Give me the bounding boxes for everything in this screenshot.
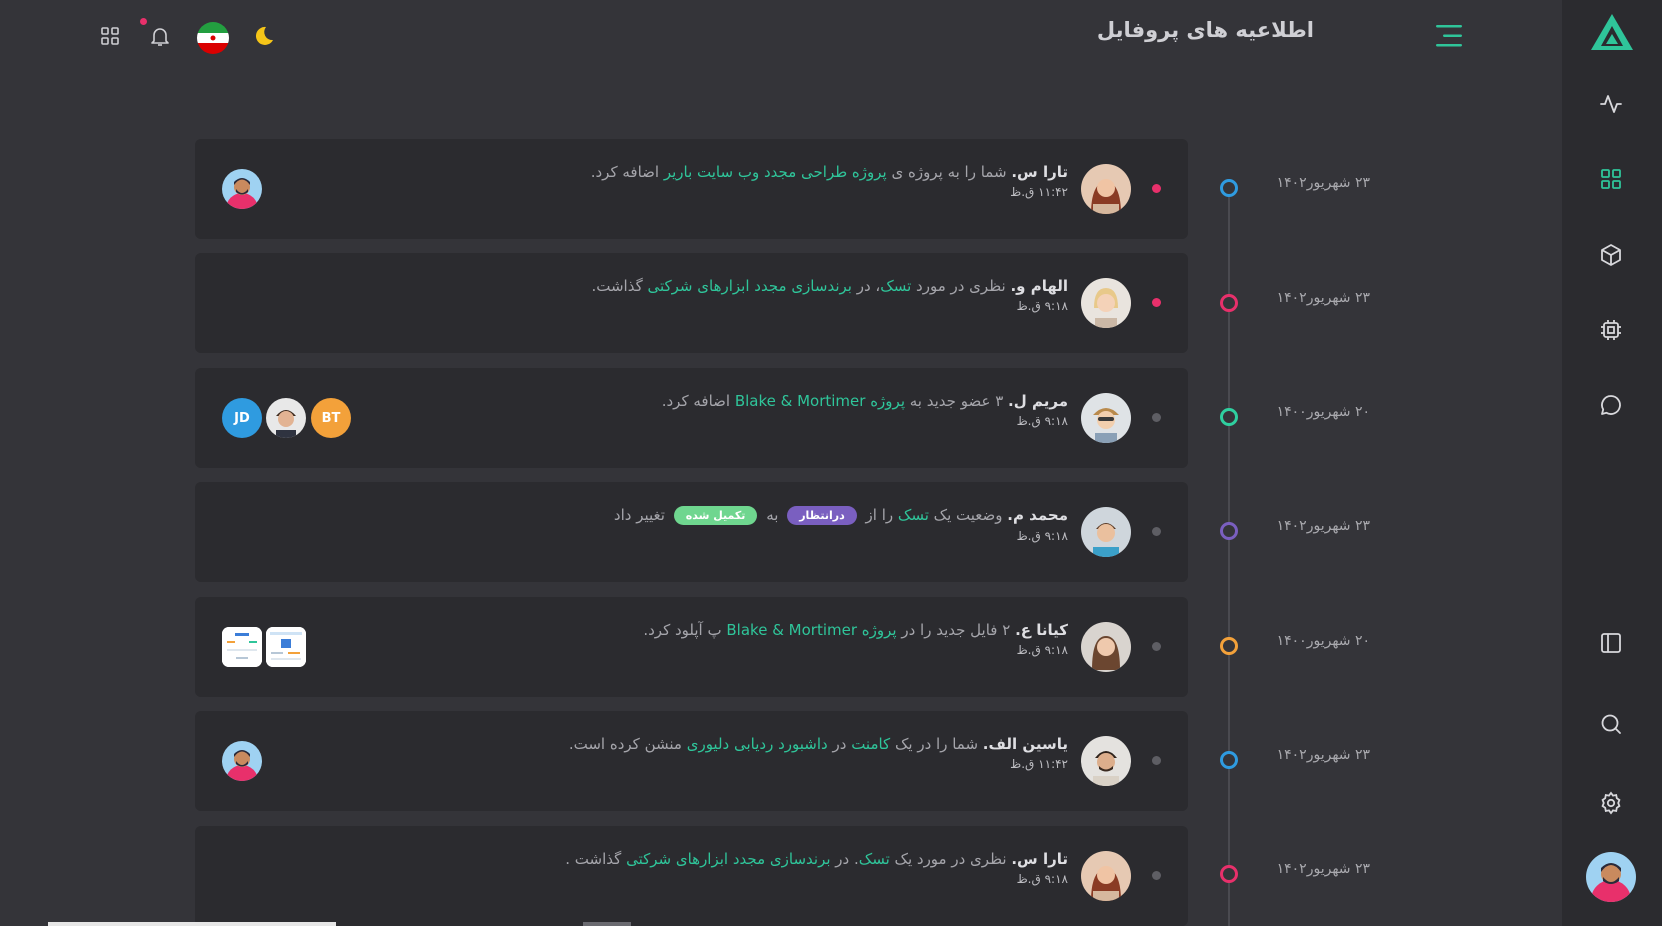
- activity-card[interactable]: یاسین الف. شما را در یک کامنت در داشبورد…: [195, 711, 1188, 811]
- timeline-date: ۲۰ شهریور۱۴۰۰: [1276, 633, 1370, 649]
- task-link[interactable]: تسک: [859, 850, 890, 868]
- project-link[interactable]: برندسازی مجدد ابزارهای شرکتی: [626, 850, 830, 868]
- activity-card[interactable]: تارا س. شما را به پروژه ی پروژه طراحی مج…: [195, 139, 1188, 239]
- read-dot: [1152, 642, 1161, 651]
- page-title: اطلاعیه های پروفایل: [1096, 18, 1314, 42]
- project-link[interactable]: داشبورد ردیابی دلیوری: [687, 735, 828, 753]
- grid-icon[interactable]: [1596, 164, 1626, 194]
- chip-icon[interactable]: [1596, 315, 1626, 345]
- activity-time: ۹:۱۸ ق.ظ: [1016, 643, 1068, 657]
- file-thumbnail[interactable]: [266, 627, 306, 667]
- project-link[interactable]: پروژه Blake & Mortimer: [726, 621, 896, 639]
- timeline-marker: [1220, 408, 1238, 426]
- activity-user: مریم ل.: [1008, 392, 1068, 410]
- project-link[interactable]: پروژه Blake & Mortimer: [735, 392, 905, 410]
- notification-dot: [140, 18, 147, 25]
- comment-link[interactable]: کامنت: [851, 735, 890, 753]
- activity-time: ۹:۱۸ ق.ظ: [1016, 414, 1068, 428]
- menu-icon[interactable]: [1434, 23, 1464, 49]
- moon-icon[interactable]: [248, 20, 280, 52]
- activity-text: تارا س. نظری در مورد یک تسک. در برندسازی…: [565, 850, 1068, 886]
- user-avatar: [1081, 507, 1131, 557]
- timeline-marker: [1220, 751, 1238, 769]
- user-avatar: [1081, 736, 1131, 786]
- timeline-marker: [1220, 179, 1238, 197]
- activity-text: مریم ل. ۳ عضو جدید به پروژه Blake & Mort…: [661, 392, 1068, 428]
- activity-card[interactable]: کیانا ع. ۲ فایل جدید را در پروژه Blake &…: [195, 597, 1188, 697]
- bell-icon[interactable]: [144, 20, 176, 52]
- box-icon[interactable]: [1596, 240, 1626, 270]
- unread-dot: [1152, 184, 1161, 193]
- user-avatar[interactable]: [1586, 852, 1636, 902]
- project-link[interactable]: برندسازی مجدد ابزارهای شرکتی: [647, 277, 851, 295]
- status-badge-pending: درانتظار: [787, 506, 857, 525]
- mentioned-user-avatar[interactable]: [222, 741, 262, 781]
- timeline-date: ۲۳ شهریور۱۴۰۲: [1276, 747, 1370, 763]
- mentioned-user-avatar[interactable]: [222, 169, 262, 209]
- apps-grid-icon[interactable]: [94, 20, 126, 52]
- user-avatar: [1081, 851, 1131, 901]
- activity-time: ۱۱:۴۲ ق.ظ: [1010, 757, 1068, 771]
- user-avatar: [1081, 622, 1131, 672]
- timeline-date: ۲۳ شهریور۱۴۰۲: [1276, 290, 1370, 306]
- activity-time: ۱۱:۴۲ ق.ظ: [1010, 185, 1068, 199]
- activity-text: الهام و. نظری در مورد تسک، در برندسازی م…: [591, 277, 1068, 313]
- timeline-date: ۲۳ شهریور۱۴۰۲: [1276, 175, 1370, 191]
- scroll-indicator: [583, 922, 631, 926]
- task-link[interactable]: تسک: [898, 506, 929, 524]
- activity-user: محمد م.: [1007, 506, 1068, 524]
- read-dot: [1152, 871, 1161, 880]
- activity-time: ۹:۱۸ ق.ظ: [1016, 872, 1068, 886]
- activity-card[interactable]: مریم ل. ۳ عضو جدید به پروژه Blake & Mort…: [195, 368, 1188, 468]
- search-icon[interactable]: [1596, 709, 1626, 739]
- timeline-marker: [1220, 294, 1238, 312]
- logo-icon[interactable]: [1589, 12, 1635, 52]
- panel-icon[interactable]: [1596, 628, 1626, 658]
- task-link[interactable]: تسک: [880, 277, 911, 295]
- user-avatar: [1081, 164, 1131, 214]
- status-badge-completed: تکمیل شده: [673, 506, 758, 525]
- activity-user: کیانا ع.: [1015, 621, 1068, 639]
- activity-time: ۹:۱۸ ق.ظ: [1016, 299, 1068, 313]
- timeline-marker: [1220, 522, 1238, 540]
- read-dot: [1152, 756, 1161, 765]
- member-avatar[interactable]: JD: [222, 398, 262, 438]
- activity-text: کیانا ع. ۲ فایل جدید را در پروژه Blake &…: [643, 621, 1068, 657]
- timeline-date: ۲۰ شهریور۱۴۰۰: [1276, 404, 1370, 420]
- activity-user: تارا س.: [1011, 850, 1068, 868]
- activity-card[interactable]: الهام و. نظری در مورد تسک، در برندسازی م…: [195, 253, 1188, 353]
- user-avatar: [1081, 278, 1131, 328]
- activity-card[interactable]: تارا س. نظری در مورد یک تسک. در برندسازی…: [195, 826, 1188, 926]
- member-avatar[interactable]: [266, 398, 306, 438]
- timeline-date: ۲۳ شهریور۱۴۰۲: [1276, 518, 1370, 534]
- read-dot: [1152, 413, 1161, 422]
- activity-icon[interactable]: [1596, 89, 1626, 119]
- activity-card[interactable]: محمد م. وضعیت یک تسک را از درانتظار به ت…: [195, 482, 1188, 582]
- chat-icon[interactable]: [1596, 390, 1626, 420]
- activity-text: تارا س. شما را به پروژه ی پروژه طراحی مج…: [590, 163, 1068, 199]
- file-thumbnail[interactable]: [222, 627, 262, 667]
- activity-user: یاسین الف.: [982, 735, 1068, 753]
- language-flag-icon[interactable]: [197, 22, 229, 54]
- activity-text: محمد م. وضعیت یک تسک را از درانتظار به ت…: [613, 506, 1068, 543]
- read-dot: [1152, 527, 1161, 536]
- settings-icon[interactable]: [1596, 788, 1626, 818]
- user-avatar: [1081, 393, 1131, 443]
- activity-text: یاسین الف. شما را در یک کامنت در داشبورد…: [568, 735, 1068, 771]
- activity-user: الهام و.: [1010, 277, 1068, 295]
- sidebar: [1562, 0, 1662, 926]
- activity-time: ۹:۱۸ ق.ظ: [1016, 529, 1068, 543]
- horizontal-scrollbar[interactable]: [48, 922, 336, 926]
- project-link[interactable]: پروژه طراحی مجدد وب سایت باریر: [664, 163, 887, 181]
- activity-user: تارا س.: [1011, 163, 1068, 181]
- timeline-marker: [1220, 865, 1238, 883]
- member-avatar[interactable]: BT: [311, 398, 351, 438]
- unread-dot: [1152, 298, 1161, 307]
- timeline-marker: [1220, 637, 1238, 655]
- timeline-date: ۲۳ شهریور۱۴۰۲: [1276, 861, 1370, 877]
